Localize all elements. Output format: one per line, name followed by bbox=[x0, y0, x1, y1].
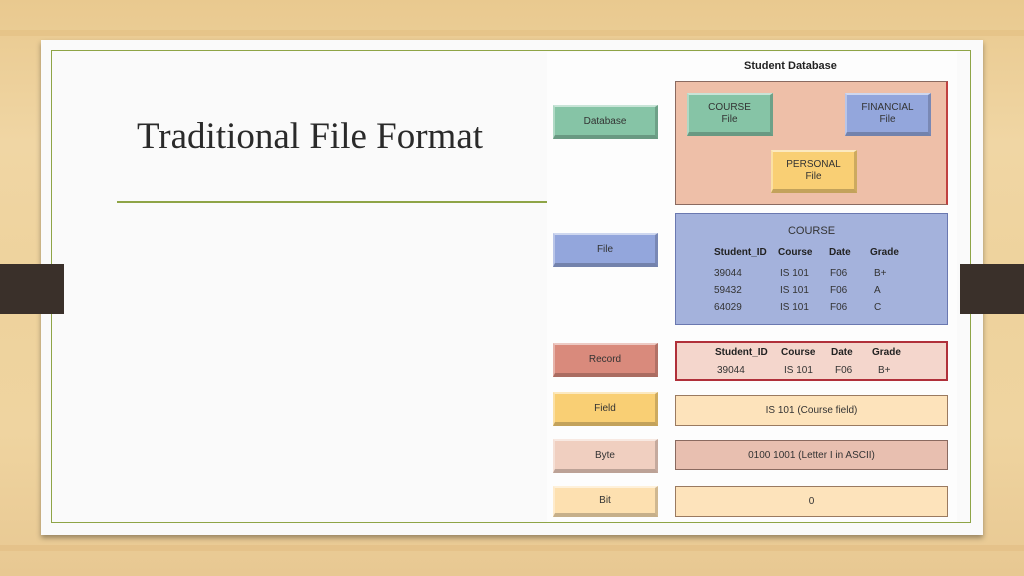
cell: F06 bbox=[830, 302, 848, 313]
course-file-box: COURSE File bbox=[687, 93, 773, 136]
level-database-label: Database bbox=[553, 105, 658, 139]
personal-file-line1: PERSONAL bbox=[786, 158, 841, 170]
personal-file-box: PERSONAL File bbox=[771, 150, 857, 193]
level-record-label: Record bbox=[553, 343, 658, 377]
header-cell: Date bbox=[831, 347, 853, 358]
slide-title: Traditional File Format bbox=[137, 116, 484, 157]
field-panel: IS 101 (Course field) bbox=[675, 395, 948, 426]
header-cell: Date bbox=[829, 247, 851, 258]
cell: IS 101 bbox=[784, 365, 813, 376]
level-field-label: Field bbox=[553, 392, 658, 426]
header-cell: Student_ID bbox=[715, 347, 768, 358]
cell: IS 101 bbox=[780, 268, 809, 279]
header-cell: Course bbox=[778, 247, 813, 258]
left-tab-decoration bbox=[0, 264, 64, 314]
personal-file-line2: File bbox=[805, 170, 822, 182]
cell: 39044 bbox=[714, 268, 742, 279]
cell: F06 bbox=[830, 268, 848, 279]
financial-file-box: FINANCIAL File bbox=[845, 93, 931, 136]
bit-panel-text: 0 bbox=[808, 496, 815, 507]
file-panel-name: COURSE bbox=[787, 225, 836, 237]
course-file-line1: COURSE bbox=[708, 101, 751, 113]
file-panel: COURSE Student_ID Course Date Grade 3904… bbox=[675, 213, 948, 325]
title-divider bbox=[117, 201, 547, 203]
cell: B+ bbox=[878, 365, 891, 376]
cell: F06 bbox=[835, 365, 853, 376]
cell: 59432 bbox=[714, 285, 742, 296]
header-cell: Grade bbox=[872, 347, 901, 358]
cell: B+ bbox=[874, 268, 887, 279]
cell: C bbox=[874, 302, 882, 313]
level-bit-label: Bit bbox=[553, 486, 658, 517]
header-cell: Course bbox=[781, 347, 816, 358]
cell: IS 101 bbox=[780, 285, 809, 296]
header-cell: Student_ID bbox=[714, 247, 767, 258]
right-tab-decoration bbox=[960, 264, 1024, 314]
level-byte-label: Byte bbox=[553, 439, 658, 473]
financial-file-line2: File bbox=[879, 113, 896, 125]
cell: A bbox=[874, 285, 881, 296]
cell: 39044 bbox=[717, 365, 745, 376]
level-file-label: File bbox=[553, 233, 658, 267]
header-cell: Grade bbox=[870, 247, 899, 258]
field-panel-text: IS 101 (Course field) bbox=[765, 405, 858, 416]
cell: IS 101 bbox=[780, 302, 809, 313]
course-file-line2: File bbox=[721, 113, 738, 125]
record-panel: Student_ID Course Date Grade 39044 IS 10… bbox=[675, 341, 948, 381]
financial-file-line1: FINANCIAL bbox=[861, 101, 914, 113]
byte-panel: 0100 1001 (Letter I in ASCII) bbox=[675, 440, 948, 470]
bit-panel: 0 bbox=[675, 486, 948, 517]
byte-panel-text: 0100 1001 (Letter I in ASCII) bbox=[748, 450, 875, 461]
cell: F06 bbox=[830, 285, 848, 296]
figure-title: Student Database bbox=[744, 60, 837, 72]
cell: 64029 bbox=[714, 302, 742, 313]
